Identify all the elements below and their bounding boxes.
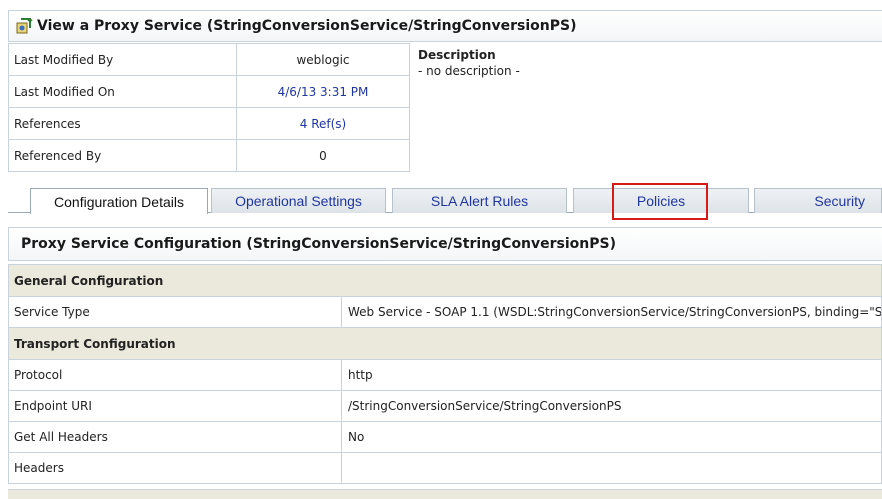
description-label: Description [418,48,496,62]
headers-value [341,452,882,484]
table-row: Last Modified By weblogic [8,43,410,76]
tab-operational-settings[interactable]: Operational Settings [211,188,386,213]
references-label: References [8,107,237,140]
table-row: Get All Headers No [8,421,882,453]
tab-policies[interactable]: Policies [573,188,749,213]
references-cell: 4 Ref(s) [236,107,410,140]
protocol-label: Protocol [8,359,342,391]
transport-configuration-heading: Transport Configuration [8,327,882,360]
last-modified-on-link[interactable]: 4/6/13 3:31 PM [278,85,369,99]
table-row: Last Modified On 4/6/13 3:31 PM [8,75,410,108]
get-all-headers-value: No [341,421,882,453]
referenced-by-value: 0 [236,139,410,172]
referenced-by-label: Referenced By [8,139,237,172]
references-link[interactable]: 4 Ref(s) [300,117,346,131]
endpoint-uri-value: /StringConversionService/StringConversio… [341,390,882,422]
page-header: View a Proxy Service (StringConversionSe… [8,10,882,42]
service-type-value: Web Service - SOAP 1.1 (WSDL:StringConve… [341,296,882,328]
last-modified-on-label: Last Modified On [8,75,237,108]
last-modified-by-label: Last Modified By [8,43,237,76]
last-modified-by-value: weblogic [236,43,410,76]
last-modified-on-cell: 4/6/13 3:31 PM [236,75,410,108]
tab-sla-alert-rules[interactable]: SLA Alert Rules [392,188,567,213]
next-section-row [8,489,882,499]
endpoint-uri-label: Endpoint URI [8,390,342,422]
proxy-service-icon [16,17,33,34]
summary-table: Last Modified By weblogic Last Modified … [8,43,410,172]
description-panel: Description - no description - [418,48,878,78]
table-row: Endpoint URI /StringConversionService/St… [8,390,882,422]
table-row: Referenced By 0 [8,139,410,172]
table-row: References 4 Ref(s) [8,107,410,140]
section-row: General Configuration [8,264,882,297]
description-value: - no description - [418,64,520,78]
protocol-value: http [341,359,882,391]
page-title: View a Proxy Service (StringConversionSe… [37,18,577,34]
table-row: Headers [8,452,882,484]
config-table: General Configuration Service Type Web S… [8,264,882,484]
general-configuration-heading: General Configuration [8,264,882,297]
config-panel-title: Proxy Service Configuration (StringConve… [8,227,882,261]
tab-configuration-details[interactable]: Configuration Details [30,188,208,214]
service-type-label: Service Type [8,296,342,328]
tab-security[interactable]: Security [754,188,882,213]
headers-label: Headers [8,452,342,484]
table-row: Protocol http [8,359,882,391]
get-all-headers-label: Get All Headers [8,421,342,453]
section-row: Transport Configuration [8,327,882,360]
table-row: Service Type Web Service - SOAP 1.1 (WSD… [8,296,882,328]
